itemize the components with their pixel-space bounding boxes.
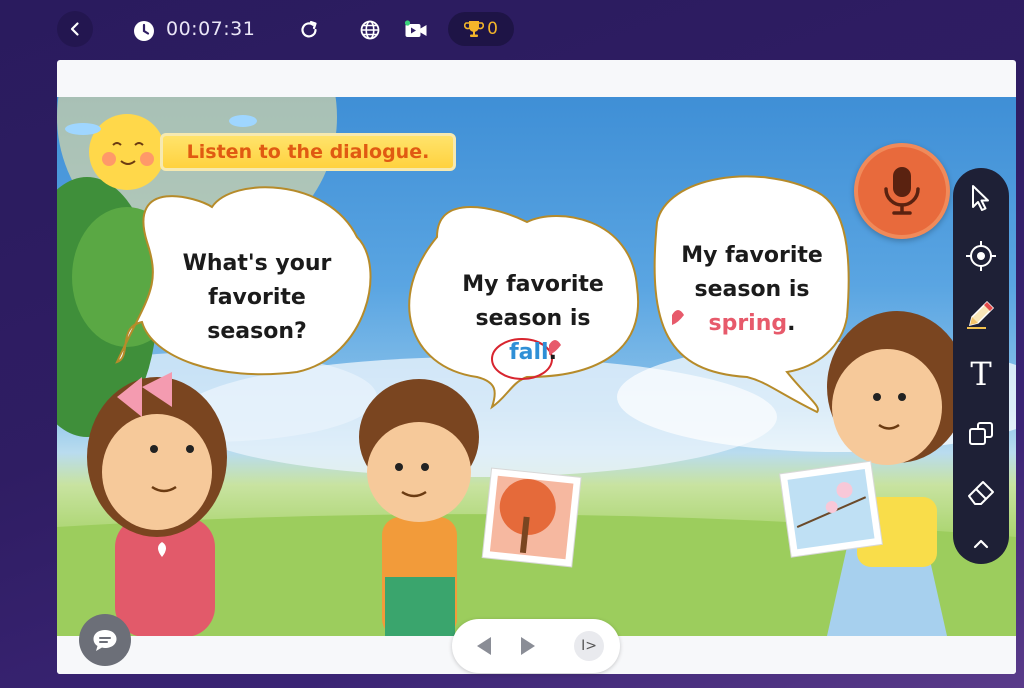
globe-icon[interactable] bbox=[359, 19, 381, 41]
laser-pointer-tool[interactable] bbox=[961, 236, 1001, 276]
bubble-line: season is bbox=[475, 306, 591, 331]
record-button[interactable] bbox=[854, 143, 950, 239]
chevron-left-icon bbox=[70, 22, 79, 36]
lesson-stage: Listen to the dialogue. What's your favo… bbox=[57, 60, 1016, 674]
bubble-suffix: . bbox=[787, 311, 796, 336]
slide-navigation: I> bbox=[452, 619, 620, 673]
speech-bubble-fall: My favorite season is fall. bbox=[433, 268, 633, 370]
bubble-line: season is bbox=[694, 277, 810, 302]
lesson-timer: 00:07:31 bbox=[166, 18, 256, 40]
bubble-line: My favorite bbox=[681, 243, 823, 268]
bubble-line: season? bbox=[207, 319, 307, 344]
pen-tool[interactable] bbox=[961, 294, 1001, 334]
speech-bubble-spring: My favorite season is spring. bbox=[657, 239, 847, 341]
bubble-line: fall. bbox=[433, 336, 633, 370]
annotation-toolbar: T bbox=[953, 168, 1009, 564]
bubble-line: favorite bbox=[208, 285, 306, 310]
refresh-icon[interactable] bbox=[298, 19, 320, 41]
clock-icon bbox=[134, 21, 154, 41]
lesson-slide: Listen to the dialogue. What's your favo… bbox=[57, 97, 1016, 636]
eraser-tool[interactable] bbox=[961, 472, 1001, 512]
skip-button[interactable]: I> bbox=[574, 631, 604, 661]
bubble-line: spring. bbox=[657, 307, 847, 341]
triangle-left-icon[interactable] bbox=[472, 634, 496, 658]
highlight-word-fall: fall bbox=[509, 340, 549, 365]
shapes-tool[interactable] bbox=[961, 414, 1001, 454]
text-tool[interactable]: T bbox=[961, 354, 1001, 394]
speech-bubble-question: What's your favorite season? bbox=[167, 247, 347, 349]
target-icon bbox=[966, 241, 996, 271]
chat-button[interactable] bbox=[79, 614, 131, 666]
collapse-toolbar-button[interactable] bbox=[961, 524, 1001, 564]
trophy-icon bbox=[464, 21, 485, 37]
shapes-icon bbox=[969, 422, 993, 445]
trophy-counter: 0 bbox=[448, 12, 514, 46]
collapse-icon bbox=[973, 539, 989, 549]
eraser-icon bbox=[968, 481, 994, 505]
highlight-word-spring: spring bbox=[708, 311, 788, 336]
microphone-icon bbox=[884, 167, 920, 215]
triangle-right-icon[interactable] bbox=[516, 634, 540, 658]
top-bar: 00:07:31 0 bbox=[0, 0, 1024, 60]
bubble-line: My favorite bbox=[462, 272, 604, 297]
trophy-count: 0 bbox=[487, 19, 498, 39]
instruction-banner: Listen to the dialogue. bbox=[160, 133, 456, 171]
video-camera-icon[interactable] bbox=[404, 19, 428, 41]
cursor-icon bbox=[972, 185, 989, 211]
cursor-tool[interactable] bbox=[961, 178, 1001, 218]
chat-bubble-icon bbox=[93, 630, 117, 651]
bubble-suffix: . bbox=[548, 340, 557, 365]
back-button[interactable] bbox=[57, 11, 93, 47]
bubble-line: What's your bbox=[182, 251, 332, 276]
pencil-icon bbox=[967, 300, 995, 329]
text-tool-icon: T bbox=[970, 355, 992, 393]
